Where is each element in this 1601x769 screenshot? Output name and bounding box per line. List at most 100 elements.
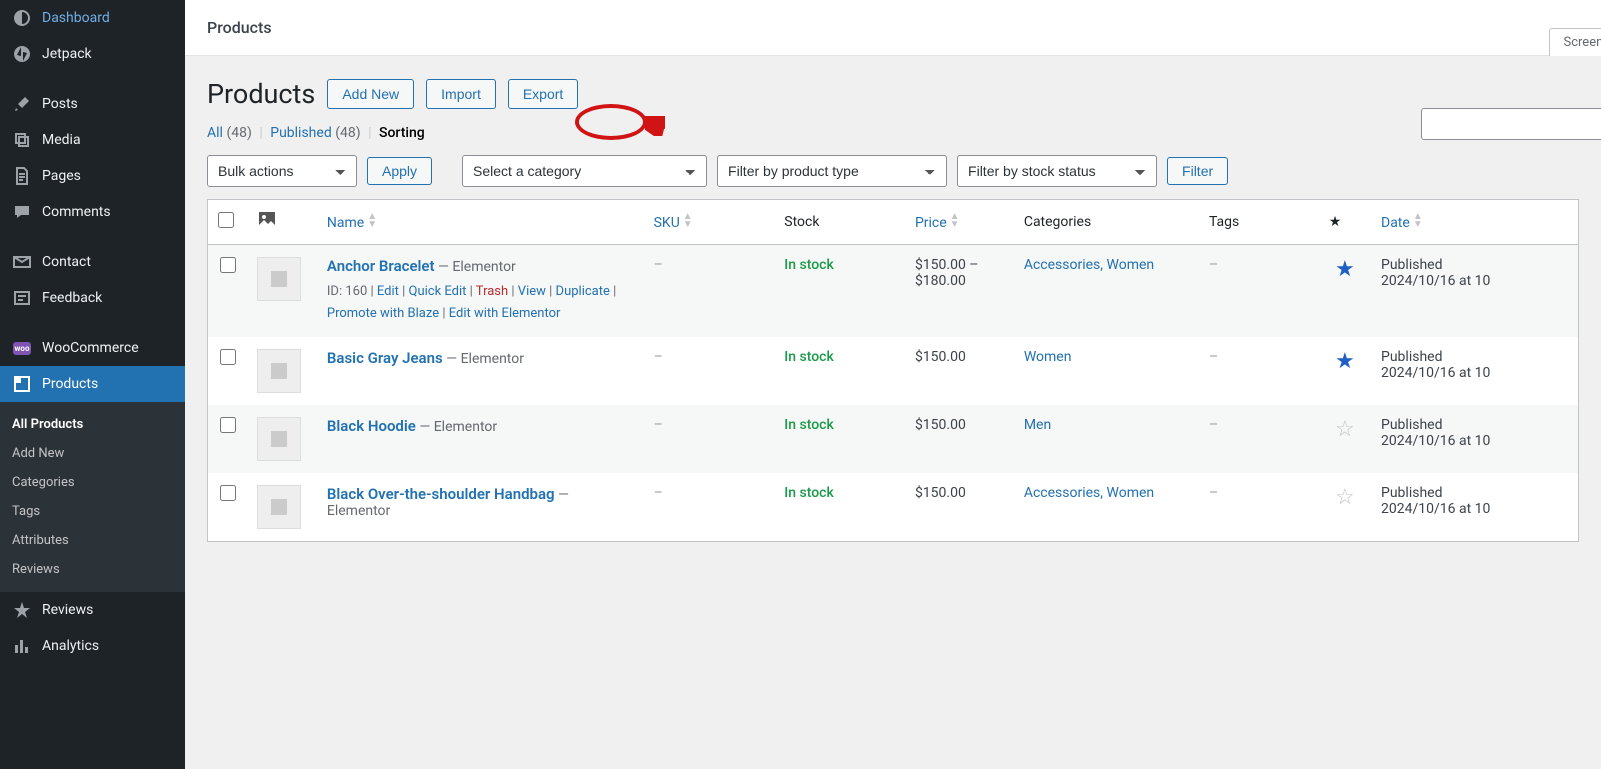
- stock-status-filter-select[interactable]: Filter by stock status: [957, 155, 1157, 187]
- sidebar-label: Products: [42, 376, 98, 392]
- category-link[interactable]: Women: [1024, 349, 1072, 365]
- product-title-link[interactable]: Basic Gray Jeans: [327, 349, 443, 367]
- sidebar-label: Jetpack: [42, 46, 92, 62]
- date-cell: Published2024/10/16 at 10: [1371, 337, 1578, 405]
- screen-options-toggle[interactable]: Screen Opt: [1549, 28, 1601, 56]
- view-filter-links: All (48) | Published (48) | Sorting: [207, 125, 1579, 141]
- row-checkbox[interactable]: [220, 417, 236, 433]
- page-title: Products: [207, 78, 315, 110]
- sidebar-divider: [0, 316, 185, 330]
- sidebar-divider: [0, 230, 185, 244]
- add-new-button[interactable]: Add New: [327, 79, 414, 109]
- edit-elementor-link[interactable]: Edit with Elementor: [449, 306, 561, 321]
- column-tags: Tags: [1199, 200, 1319, 245]
- row-checkbox[interactable]: [220, 485, 236, 501]
- category-filter-select[interactable]: Select a category: [462, 155, 707, 187]
- submenu-add-new[interactable]: Add New: [0, 439, 185, 468]
- row-checkbox[interactable]: [220, 257, 236, 273]
- category-link[interactable]: Accessories, Women: [1024, 257, 1154, 273]
- submenu-all-products[interactable]: All Products: [0, 410, 185, 439]
- sidebar-item-pages[interactable]: Pages: [0, 158, 185, 194]
- duplicate-link[interactable]: Duplicate: [556, 284, 610, 299]
- tags-value: –: [1209, 417, 1218, 433]
- sidebar-label: Reviews: [42, 602, 93, 618]
- date-cell: Published2024/10/16 at 10: [1371, 245, 1578, 337]
- sku-value: –: [654, 257, 663, 273]
- builder-suffix: — Elementor: [416, 419, 497, 435]
- product-thumbnail[interactable]: [257, 349, 301, 393]
- export-button[interactable]: Export: [508, 79, 578, 109]
- column-sku[interactable]: SKU▲▼: [644, 200, 775, 245]
- category-link[interactable]: Accessories, Women: [1024, 485, 1154, 501]
- category-link[interactable]: Men: [1024, 417, 1051, 433]
- sidebar-item-comments[interactable]: Comments: [0, 194, 185, 230]
- stock-status: In stock: [784, 485, 834, 501]
- sidebar-item-contact[interactable]: Contact: [0, 244, 185, 280]
- submenu-categories[interactable]: Categories: [0, 468, 185, 497]
- sidebar-item-woocommerce[interactable]: woo WooCommerce: [0, 330, 185, 366]
- filter-sorting[interactable]: Sorting: [379, 125, 425, 141]
- sidebar-item-analytics[interactable]: Analytics: [0, 628, 185, 664]
- product-thumbnail[interactable]: [257, 257, 301, 301]
- featured-toggle[interactable]: ★: [1335, 257, 1355, 282]
- trash-link[interactable]: Trash: [476, 284, 508, 299]
- breadcrumb-title: Products: [207, 18, 272, 37]
- table-row: Black Hoodie — Elementor–In stock$150.00…: [208, 405, 1578, 473]
- tags-value: –: [1209, 485, 1218, 501]
- column-date[interactable]: Date▲▼: [1371, 200, 1578, 245]
- products-submenu: All Products Add New Categories Tags Att…: [0, 402, 185, 592]
- column-name[interactable]: Name▲▼: [317, 200, 644, 245]
- row-actions: ID: 160 | Edit | Quick Edit | Trash | Vi…: [327, 281, 634, 325]
- sidebar-item-media[interactable]: Media: [0, 122, 185, 158]
- promote-blaze-link[interactable]: Promote with Blaze: [327, 306, 439, 321]
- submenu-reviews[interactable]: Reviews: [0, 555, 185, 584]
- column-featured[interactable]: ★: [1319, 200, 1371, 245]
- sidebar-label: Dashboard: [42, 10, 110, 26]
- column-thumbnail[interactable]: [247, 200, 317, 245]
- quick-edit-link[interactable]: Quick Edit: [409, 284, 467, 299]
- view-link[interactable]: View: [518, 284, 546, 299]
- sidebar-item-reviews[interactable]: Reviews: [0, 592, 185, 628]
- sidebar-item-products[interactable]: Products: [0, 366, 185, 402]
- apply-button[interactable]: Apply: [367, 157, 432, 185]
- product-title-link[interactable]: Anchor Bracelet: [327, 257, 435, 275]
- sku-value: –: [654, 349, 663, 365]
- products-icon: [12, 374, 32, 394]
- search-products-input[interactable]: [1421, 108, 1601, 140]
- product-thumbnail[interactable]: [257, 417, 301, 461]
- product-thumbnail[interactable]: [257, 485, 301, 529]
- date-cell: Published2024/10/16 at 10: [1371, 473, 1578, 541]
- price-value: $150.00: [905, 405, 1014, 473]
- column-price[interactable]: Price▲▼: [905, 200, 1014, 245]
- edit-link[interactable]: Edit: [377, 284, 399, 299]
- filter-button[interactable]: Filter: [1167, 157, 1228, 185]
- filter-all[interactable]: All: [207, 125, 223, 141]
- import-button[interactable]: Import: [426, 79, 496, 109]
- sidebar-item-dashboard[interactable]: Dashboard: [0, 0, 185, 36]
- product-title-link[interactable]: Black Over-the-shoulder Handbag: [327, 485, 555, 503]
- sidebar-item-feedback[interactable]: Feedback: [0, 280, 185, 316]
- row-checkbox[interactable]: [220, 349, 236, 365]
- featured-toggle[interactable]: ☆: [1335, 485, 1355, 510]
- table-row: Black Over-the-shoulder Handbag — Elemen…: [208, 473, 1578, 541]
- submenu-attributes[interactable]: Attributes: [0, 526, 185, 555]
- sidebar-divider: [0, 72, 185, 86]
- select-all-checkbox[interactable]: [218, 212, 234, 228]
- submenu-tags[interactable]: Tags: [0, 497, 185, 526]
- table-row: Basic Gray Jeans — Elementor–In stock$15…: [208, 337, 1578, 405]
- feedback-icon: [12, 288, 32, 308]
- filters-row: Bulk actions Apply Select a category Fil…: [207, 155, 1579, 187]
- filter-published[interactable]: Published: [270, 125, 331, 141]
- sidebar-label: Analytics: [42, 638, 99, 654]
- product-type-filter-select[interactable]: Filter by product type: [717, 155, 947, 187]
- product-title-link[interactable]: Black Hoodie: [327, 417, 416, 435]
- pin-icon: [12, 94, 32, 114]
- filter-published-count: (48): [335, 125, 360, 141]
- builder-suffix: — Elementor: [435, 259, 516, 275]
- sidebar-item-posts[interactable]: Posts: [0, 86, 185, 122]
- sidebar-item-jetpack[interactable]: Jetpack: [0, 36, 185, 72]
- featured-toggle[interactable]: ☆: [1335, 417, 1355, 442]
- featured-toggle[interactable]: ★: [1335, 349, 1355, 374]
- stock-status: In stock: [784, 257, 834, 273]
- bulk-actions-select[interactable]: Bulk actions: [207, 155, 357, 187]
